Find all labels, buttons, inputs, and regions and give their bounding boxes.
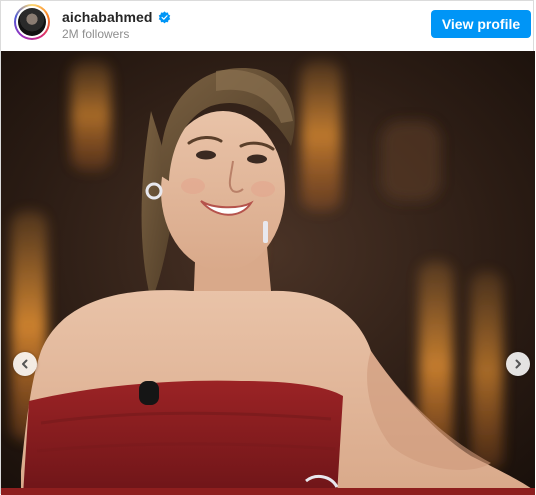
- chevron-left-icon: [22, 359, 28, 369]
- post-header: aichabahmed 2M followers View profile: [1, 1, 535, 51]
- post-photo-illustration: [1, 51, 535, 495]
- previous-photo-button[interactable]: [13, 352, 37, 376]
- next-photo-button[interactable]: [506, 352, 530, 376]
- avatar[interactable]: [14, 4, 50, 40]
- post-photo[interactable]: [1, 51, 535, 495]
- username-link[interactable]: aichabahmed: [62, 9, 153, 25]
- follower-count: 2M followers: [62, 27, 130, 41]
- verified-badge-icon: [158, 10, 171, 24]
- view-profile-button[interactable]: View profile: [431, 10, 531, 38]
- chevron-right-icon: [515, 359, 521, 369]
- username-row: aichabahmed: [62, 8, 171, 26]
- instagram-embed-card: aichabahmed 2M followers View profile: [0, 0, 535, 495]
- avatar-image: [18, 8, 46, 36]
